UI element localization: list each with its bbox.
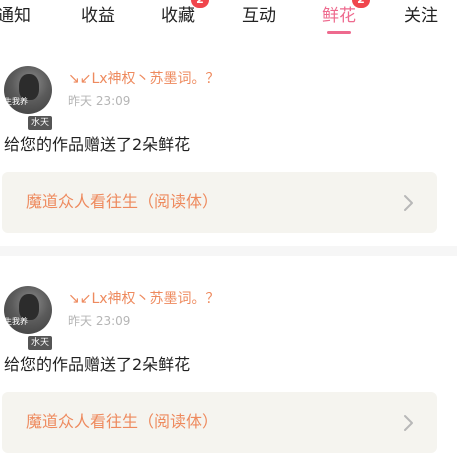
notification-time: 昨天 23:09 [68, 94, 131, 108]
tab-label: 通知 [0, 6, 31, 26]
work-title: 魔道众人看往生（阅读体） [26, 412, 219, 431]
avatar-caption: 生我养 [4, 97, 28, 106]
sender-username[interactable]: ↘↙Lx神权丶苏墨词。？ [68, 290, 220, 308]
tab-interactions[interactable]: 互动 [242, 4, 276, 28]
tab-notifications[interactable]: 通知 [0, 4, 31, 28]
avatar-tag: 水天 [28, 116, 53, 130]
chevron-right-icon [404, 415, 413, 431]
notification-time: 昨天 23:09 [68, 314, 131, 328]
tab-label: 鲜花 [322, 6, 356, 26]
work-title: 魔道众人看往生（阅读体） [26, 192, 219, 211]
tab-favorites[interactable]: 收藏 2 [161, 0, 209, 28]
avatar-caption: 生我养 [4, 317, 28, 326]
flower-notifications-page: 通知 收益 收藏 2 互动 鲜花 2 关注 生我养 水天 ↘↙Lx神权 [0, 0, 457, 465]
notification-message: 给您的作品赠送了2朵鲜花 [4, 135, 191, 154]
tab-label: 关注 [404, 6, 438, 26]
flower-notification: 生我养 水天 ↘↙Lx神权丶苏墨词。？ 昨天 23:09 给您的作品赠送了2朵鲜… [0, 36, 457, 246]
tab-bar: 通知 收益 收藏 2 互动 鲜花 2 关注 [0, 0, 457, 36]
avatar: 生我养 [4, 286, 52, 334]
avatar-button[interactable]: 生我养 水天 [0, 256, 60, 356]
tab-label: 互动 [242, 6, 276, 26]
work-link-card[interactable]: 魔道众人看往生（阅读体） [2, 172, 437, 233]
section-divider [0, 246, 457, 256]
tab-flowers[interactable]: 鲜花 2 [322, 0, 370, 34]
avatar-tag: 水天 [28, 336, 53, 350]
avatar: 生我养 [4, 66, 52, 114]
tab-label: 收藏 [161, 6, 195, 26]
sender-username[interactable]: ↘↙Lx神权丶苏墨词。？ [68, 70, 220, 88]
active-tab-indicator [327, 31, 351, 34]
tab-follows[interactable]: 关注 [404, 4, 438, 28]
avatar-button[interactable]: 生我养 水天 [0, 36, 60, 136]
chevron-right-icon [404, 195, 413, 211]
notification-message: 给您的作品赠送了2朵鲜花 [4, 355, 191, 374]
work-link-card[interactable]: 魔道众人看往生（阅读体） [2, 392, 437, 453]
tab-earnings[interactable]: 收益 [81, 4, 115, 28]
tab-label: 收益 [81, 6, 115, 26]
flower-notification: 生我养 水天 ↘↙Lx神权丶苏墨词。？ 昨天 23:09 给您的作品赠送了2朵鲜… [0, 256, 457, 465]
